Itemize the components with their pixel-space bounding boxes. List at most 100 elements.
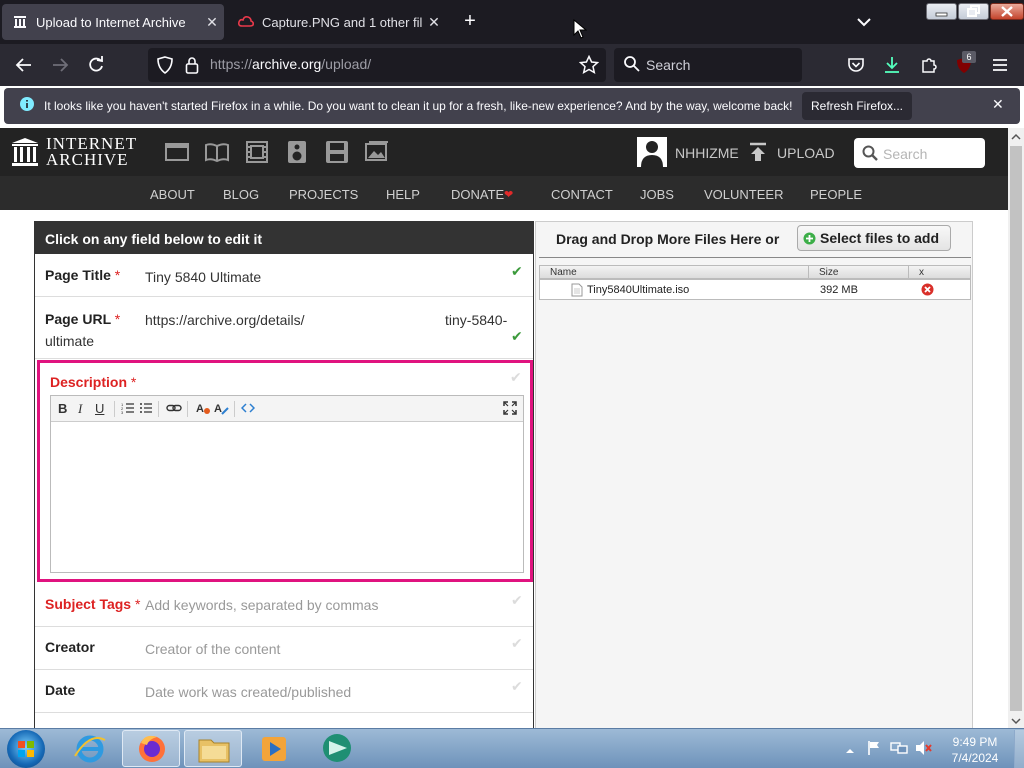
- text-color-icon[interactable]: A: [195, 401, 211, 418]
- back-arrow-icon[interactable]: [12, 54, 36, 76]
- remove-file-icon[interactable]: [921, 283, 934, 296]
- italic-icon[interactable]: I: [78, 401, 82, 417]
- audio-speaker-icon[interactable]: [285, 141, 309, 163]
- source-code-icon[interactable]: [240, 401, 256, 418]
- scrollbar-thumb[interactable]: [1010, 146, 1022, 711]
- hamburger-menu-icon[interactable]: [988, 54, 1012, 76]
- action-center-flag-icon[interactable]: [866, 740, 882, 756]
- internet-archive-wordmark[interactable]: INTERNET ARCHIVE: [46, 135, 137, 168]
- network-icon[interactable]: [890, 740, 908, 756]
- remove-format-icon[interactable]: A: [213, 401, 229, 418]
- extension-badge-count: 6: [962, 51, 976, 63]
- software-floppy-icon[interactable]: [325, 141, 349, 163]
- browser-search-placeholder: Search: [646, 57, 691, 73]
- creator-placeholder[interactable]: Creator of the content: [145, 641, 280, 657]
- start-button[interactable]: [7, 730, 45, 768]
- file-explorer-icon[interactable]: [184, 730, 242, 767]
- bookmark-star-icon[interactable]: [577, 54, 601, 76]
- checkmark-icon: ✔: [511, 328, 523, 344]
- books-icon[interactable]: [205, 141, 229, 163]
- internet-explorer-icon[interactable]: [61, 730, 119, 767]
- link-icon[interactable]: [166, 401, 182, 418]
- upload-arrow-icon[interactable]: [749, 142, 767, 162]
- bold-icon[interactable]: B: [58, 401, 67, 416]
- shield-icon[interactable]: [153, 54, 177, 76]
- table-row[interactable]: Tiny5840Ultimate.iso 392 MB: [539, 279, 971, 300]
- images-icon[interactable]: [365, 141, 389, 163]
- show-desktop-button[interactable]: [1014, 730, 1024, 768]
- rich-text-editor[interactable]: B I U 123 A A: [50, 395, 524, 573]
- numbered-list-icon[interactable]: 123: [121, 401, 135, 418]
- files-panel: Drag and Drop More Files Here or Select …: [535, 221, 973, 728]
- close-tab-icon[interactable]: ✕: [200, 14, 224, 31]
- nav-people[interactable]: PEOPLE: [810, 187, 862, 202]
- extensions-puzzle-icon[interactable]: [917, 54, 941, 76]
- close-tab-icon[interactable]: ✕: [422, 14, 446, 31]
- refresh-firefox-button[interactable]: Refresh Firefox...: [802, 92, 912, 120]
- scroll-down-icon[interactable]: [1010, 714, 1022, 726]
- page-url-slug-part1[interactable]: tiny-5840-: [445, 312, 507, 328]
- close-window-button[interactable]: [990, 3, 1024, 20]
- page-title-value[interactable]: Tiny 5840 Ultimate: [145, 269, 261, 285]
- nav-contact[interactable]: CONTACT: [551, 187, 613, 202]
- notification-message: It looks like you haven't started Firefo…: [44, 99, 793, 113]
- url-text[interactable]: https://archive.org/upload/: [210, 56, 371, 72]
- list-all-tabs-chevron-icon[interactable]: [852, 12, 876, 32]
- system-clock[interactable]: 9:49 PM 7/4/2024: [940, 734, 1010, 766]
- firefox-taskbar-icon[interactable]: [122, 730, 180, 767]
- date-placeholder[interactable]: Date work was created/published: [145, 684, 351, 700]
- nav-donate[interactable]: DONATE: [451, 187, 504, 202]
- nav-blog[interactable]: BLOG: [223, 187, 259, 202]
- media-player-icon[interactable]: [245, 730, 303, 767]
- upload-link[interactable]: UPLOAD: [777, 145, 835, 161]
- url-path: /upload/: [321, 56, 372, 72]
- underline-icon[interactable]: U: [95, 401, 104, 416]
- nav-about[interactable]: ABOUT: [150, 187, 195, 202]
- video-film-icon[interactable]: [245, 141, 269, 163]
- lock-icon[interactable]: [180, 54, 204, 76]
- volume-muted-icon[interactable]: [914, 740, 932, 756]
- new-tab-plus-icon[interactable]: +: [458, 10, 482, 34]
- scroll-up-icon[interactable]: [1010, 130, 1022, 142]
- page-url-prefix: https://archive.org/details/: [145, 312, 305, 328]
- creator-label: Creator: [45, 639, 95, 655]
- checkmark-icon: ✔: [511, 678, 523, 694]
- close-notification-icon[interactable]: ✕: [992, 96, 1004, 113]
- maximize-editor-icon[interactable]: [503, 401, 517, 418]
- subject-tags-placeholder[interactable]: Add keywords, separated by commas: [145, 597, 378, 613]
- page-title-field[interactable]: Page Title * Tiny 5840 Ultimate ✔: [35, 254, 533, 297]
- restore-window-button[interactable]: [958, 3, 989, 20]
- internet-archive-logo-icon[interactable]: [10, 137, 40, 167]
- downloads-icon[interactable]: [880, 54, 904, 76]
- forward-arrow-icon[interactable]: [48, 54, 72, 76]
- nav-projects[interactable]: PROJECTS: [289, 187, 358, 202]
- page-url-slug-part2[interactable]: ultimate: [45, 333, 94, 349]
- page-title-label: Page Title *: [45, 267, 120, 283]
- reload-icon[interactable]: [84, 54, 108, 76]
- bulleted-list-icon[interactable]: [139, 401, 153, 418]
- date-field[interactable]: Date Date work was created/published ✔: [35, 670, 533, 713]
- search-icon: [862, 145, 878, 161]
- web-archive-icon[interactable]: [165, 141, 189, 163]
- nav-jobs[interactable]: JOBS: [640, 187, 674, 202]
- username-link[interactable]: NHHIZME: [675, 145, 739, 161]
- green-app-icon[interactable]: [307, 730, 365, 767]
- user-avatar-icon[interactable]: [637, 137, 667, 167]
- subject-tags-field[interactable]: Subject Tags * Add keywords, separated b…: [35, 585, 533, 627]
- creator-field[interactable]: Creator Creator of the content ✔: [35, 627, 533, 670]
- nav-help[interactable]: HELP: [386, 187, 420, 202]
- nav-volunteer[interactable]: VOLUNTEER: [704, 187, 783, 202]
- pocket-icon[interactable]: [844, 54, 868, 76]
- minimize-window-button[interactable]: [926, 3, 957, 20]
- toolbar-divider: [187, 401, 188, 417]
- add-plus-circle-icon: [803, 232, 816, 245]
- page-url-field[interactable]: Page URL * https://archive.org/details/ …: [35, 297, 533, 359]
- select-files-button[interactable]: Select files to add: [797, 225, 951, 251]
- cloud-favicon-icon: [238, 14, 254, 30]
- column-name[interactable]: Name: [539, 265, 809, 279]
- tab-capture-png[interactable]: Capture.PNG and 1 other file | P ✕: [228, 4, 446, 40]
- column-size[interactable]: Size: [808, 265, 909, 279]
- description-field[interactable]: Description * ✔ B I U 123 A A: [37, 360, 533, 582]
- tab-upload-internet-archive[interactable]: Upload to Internet Archive ✕: [2, 4, 224, 40]
- show-hidden-icons-chevron-icon[interactable]: [845, 743, 855, 753]
